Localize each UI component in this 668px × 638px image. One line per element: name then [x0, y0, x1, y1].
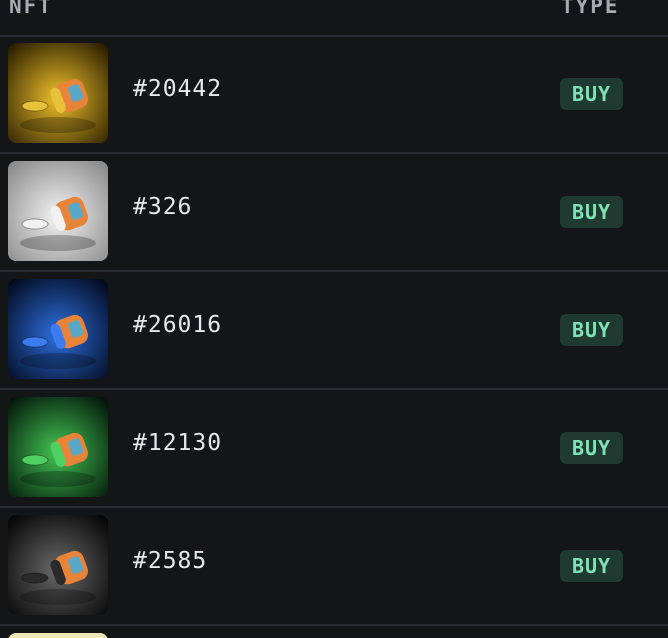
token-id[interactable]: #26016 — [133, 312, 222, 338]
type-badge-buy[interactable]: BUY — [560, 550, 623, 582]
type-badge-buy[interactable]: BUY — [560, 196, 623, 228]
nft-table: NFT TYPE #20442 BUY #326 BUY #26016 BUY #12130… — [0, 0, 668, 638]
jar-icon — [8, 161, 108, 261]
nft-thumbnail[interactable] — [8, 43, 108, 143]
token-id[interactable]: #2585 — [133, 548, 207, 574]
table-row[interactable]: #2585 BUY — [0, 508, 668, 626]
nft-thumbnail[interactable] — [8, 397, 108, 497]
nft-thumbnail-partial[interactable] — [8, 633, 108, 638]
nft-thumbnail[interactable] — [8, 279, 108, 379]
table-row[interactable]: #326 BUY — [0, 154, 668, 272]
jar-icon — [8, 279, 108, 379]
token-id[interactable]: #326 — [133, 194, 192, 220]
column-header-type: TYPE — [561, 0, 620, 18]
type-badge-buy[interactable]: BUY — [560, 432, 623, 464]
table-header: NFT TYPE — [0, 0, 668, 37]
nft-thumbnail[interactable] — [8, 515, 108, 615]
nft-thumbnail[interactable] — [8, 161, 108, 261]
token-id[interactable]: #20442 — [133, 76, 222, 102]
jar-icon — [8, 397, 108, 497]
token-id[interactable]: #12130 — [133, 430, 222, 456]
table-row[interactable]: #26016 BUY — [0, 272, 668, 390]
table-row[interactable]: #12130 BUY — [0, 390, 668, 508]
jar-icon — [8, 515, 108, 615]
type-badge-buy[interactable]: BUY — [560, 314, 623, 346]
type-badge-buy[interactable]: BUY — [560, 78, 623, 110]
table-row[interactable]: #20442 BUY — [0, 36, 668, 154]
column-header-nft: NFT — [9, 0, 53, 18]
jar-icon — [8, 43, 108, 143]
